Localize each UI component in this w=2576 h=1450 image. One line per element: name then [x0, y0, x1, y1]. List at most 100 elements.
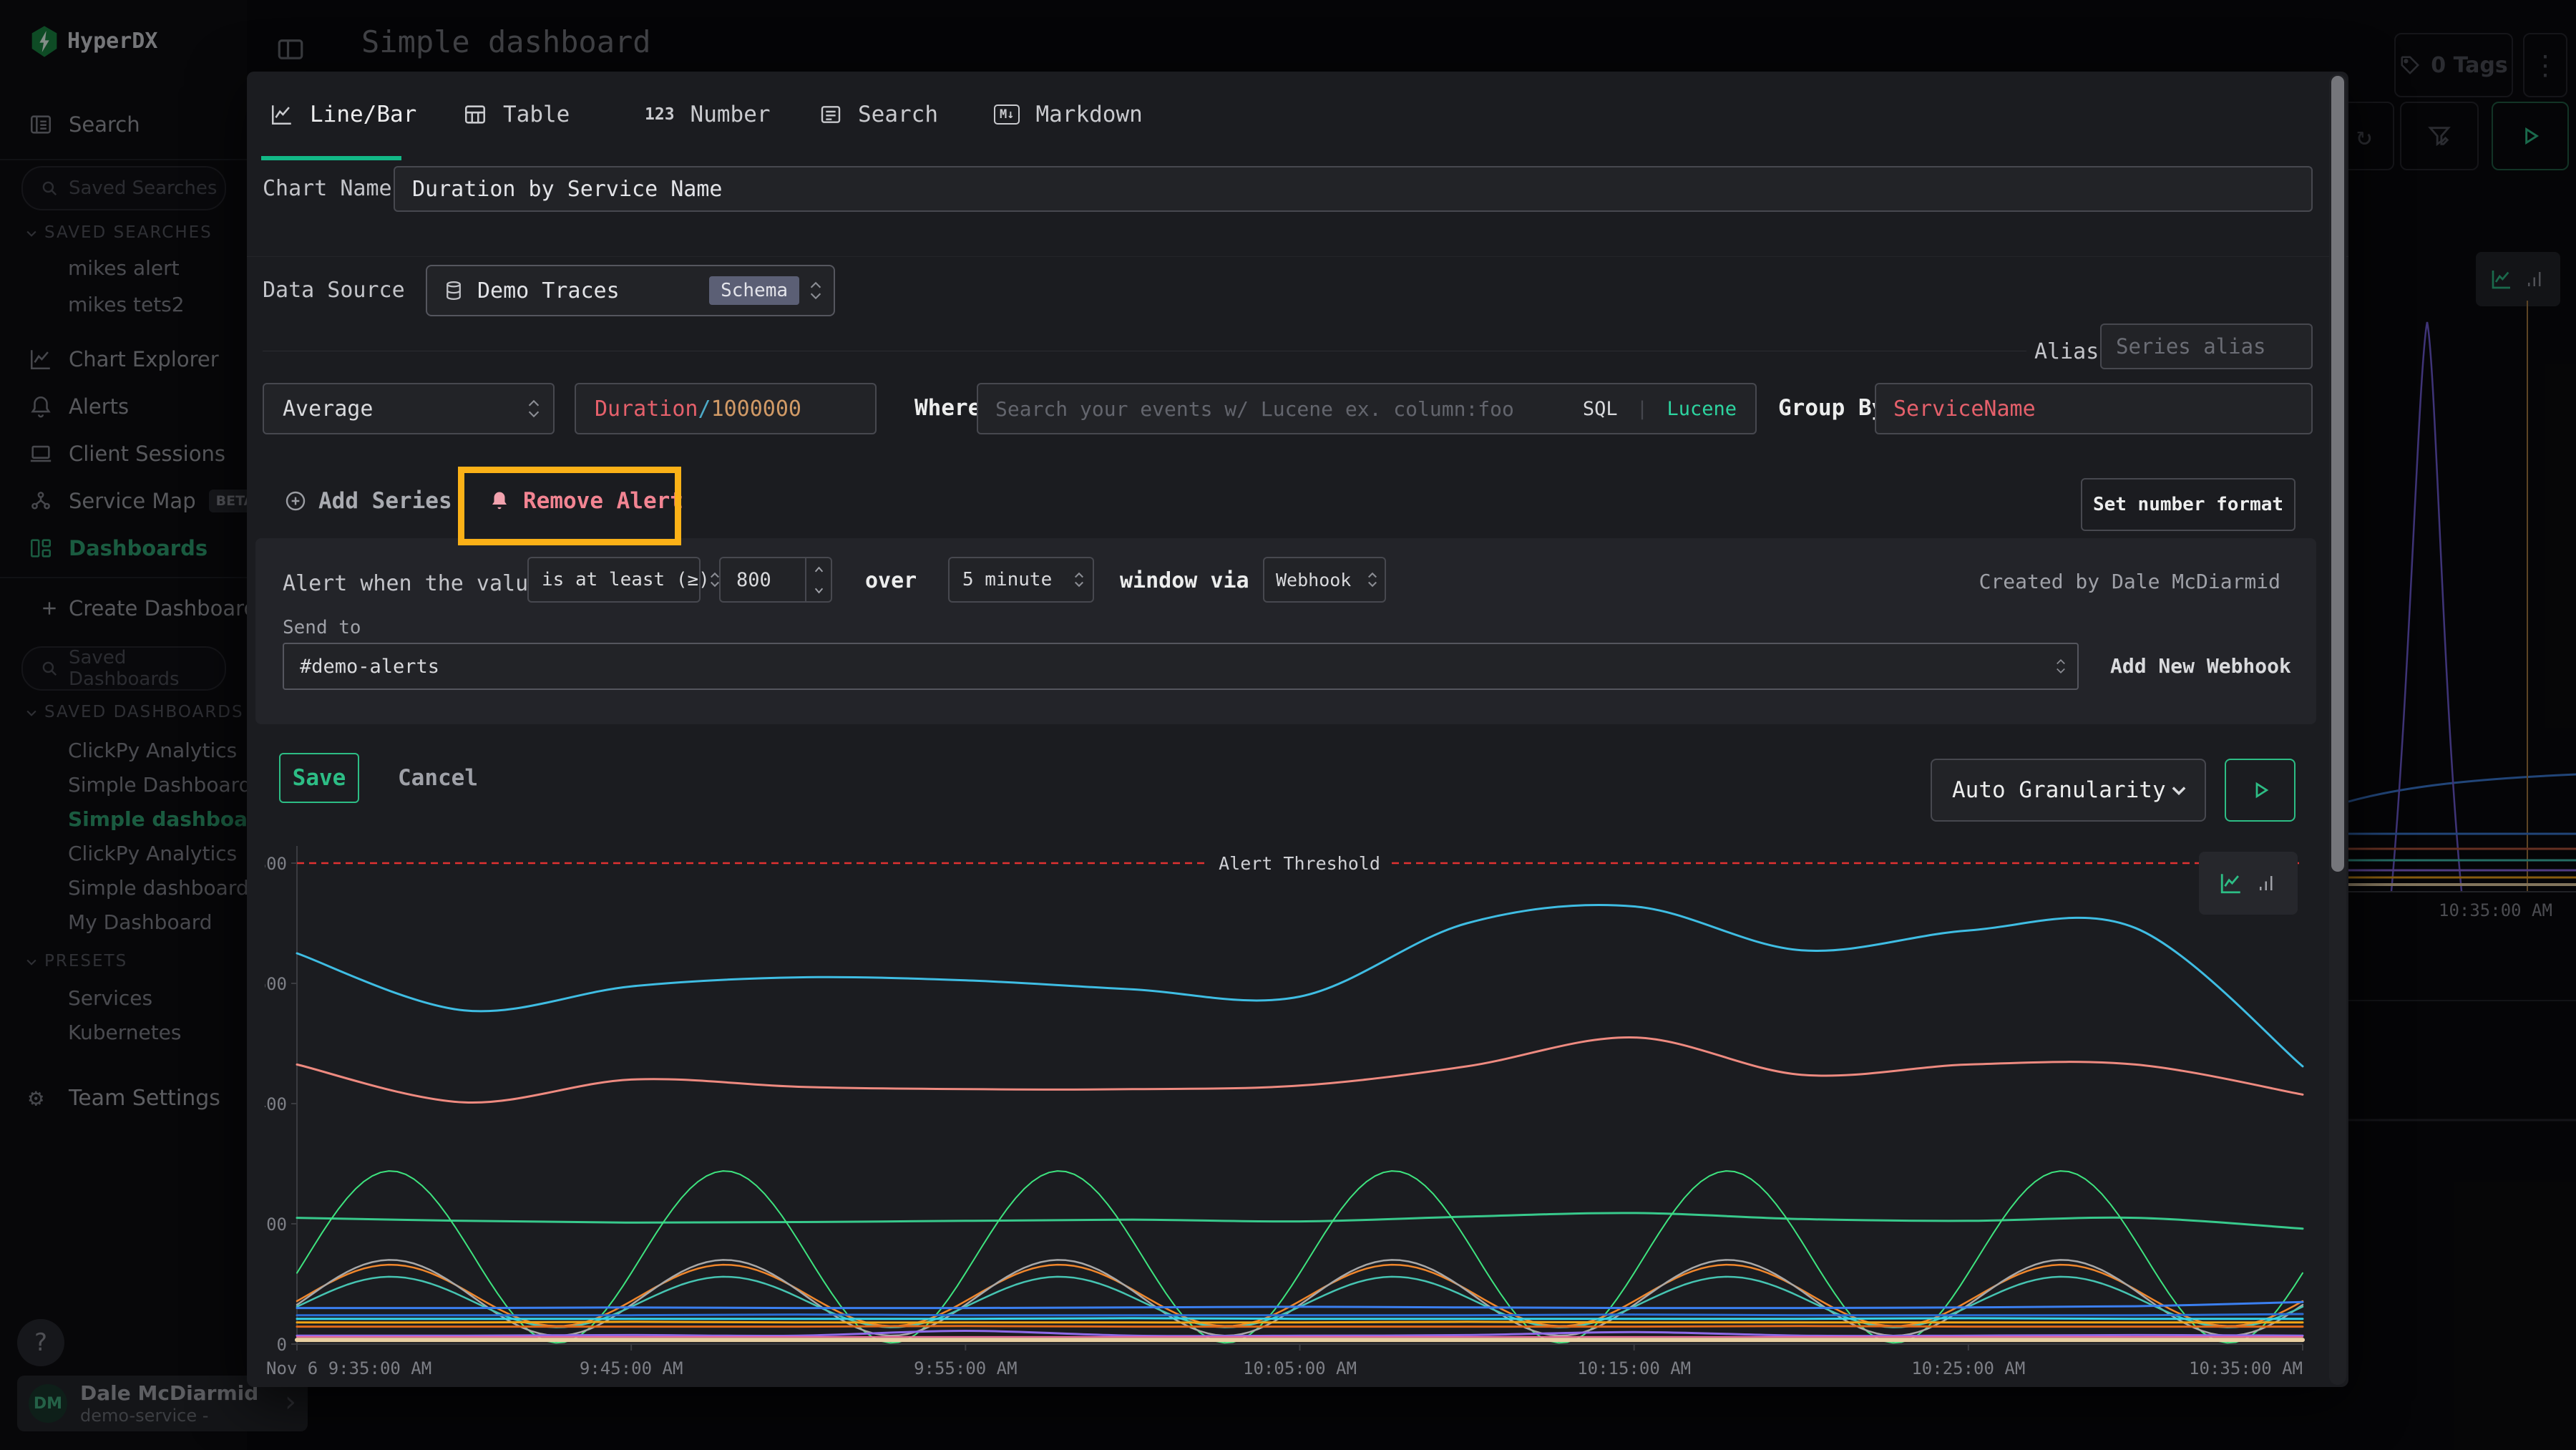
add-new-webhook-link[interactable]: Add New Webhook — [2110, 654, 2291, 678]
aggregation-value: Average — [283, 396, 373, 422]
alert-channel-value: Webhook — [1276, 570, 1351, 590]
sql-toggle[interactable]: SQL — [1583, 398, 1618, 420]
tab-table[interactable]: Table — [463, 72, 570, 157]
aggregation-select[interactable]: Average — [263, 383, 555, 434]
svg-text:400: 400 — [265, 1094, 287, 1114]
chart-name-input[interactable] — [394, 166, 2313, 212]
database-icon — [443, 280, 464, 301]
duration-chart: 0 200 400 600 800 Nov 6 9:35:00 AM 9:45:00 AM 9… — [265, 824, 2322, 1384]
alert-condition-value: is at least (≥) — [542, 569, 710, 590]
modal-scrollbar-thumb[interactable] — [2331, 76, 2344, 872]
save-label: Save — [293, 765, 346, 791]
lucene-toggle[interactable]: Lucene — [1667, 398, 1737, 420]
window-via-label: window via — [1120, 568, 1249, 593]
number-stepper[interactable] — [805, 558, 831, 601]
svg-text:10:25:00 AM: 10:25:00 AM — [1911, 1358, 2025, 1378]
set-number-format-button[interactable]: Set number format — [2081, 478, 2296, 531]
field-column: Duration — [595, 396, 698, 422]
chart-edit-modal: Line/Bar Table 123 Number Search M↓ Mark… — [247, 72, 2348, 1387]
svg-text:Alert Threshold: Alert Threshold — [1219, 853, 1380, 874]
alert-threshold-value: 800 — [736, 569, 771, 591]
alert-settings-panel: Alert when the value is at least (≥) 800… — [255, 538, 2316, 724]
alias-label: Alias — [2034, 339, 2099, 364]
alert-channel-select[interactable]: Webhook — [1263, 557, 1386, 603]
tab-label: Search — [858, 102, 938, 127]
stepper-down-icon — [814, 587, 824, 595]
cancel-button[interactable]: Cancel — [391, 753, 484, 803]
divider — [247, 256, 2348, 257]
svg-text:200: 200 — [265, 1215, 287, 1235]
field-operator: / — [698, 396, 711, 422]
granularity-select[interactable]: Auto Granularity — [1931, 759, 2206, 822]
send-to-select[interactable]: #demo-alerts — [283, 643, 2079, 690]
bar-chart-icon[interactable] — [2256, 872, 2278, 894]
tab-label: Table — [503, 102, 570, 127]
send-to-label: Send to — [283, 617, 361, 638]
svg-text:600: 600 — [265, 974, 287, 994]
data-source-label: Data Source — [263, 278, 405, 303]
alert-prefix-label: Alert when the value — [283, 571, 541, 596]
granularity-value: Auto Granularity — [1952, 777, 2166, 803]
run-chart-button[interactable] — [2225, 759, 2296, 822]
modal-scrollbar-track[interactable] — [2329, 74, 2346, 1385]
data-source-select[interactable]: Demo Traces Schema — [426, 265, 835, 316]
play-icon — [2250, 779, 2271, 801]
tab-label: Line/Bar — [310, 102, 416, 127]
alert-threshold-input[interactable]: 800 — [719, 557, 832, 603]
divider — [247, 160, 2348, 161]
group-by-value: ServiceName — [1893, 396, 2036, 422]
save-button[interactable]: Save — [279, 753, 359, 803]
svg-text:800: 800 — [265, 854, 287, 874]
svg-text:9:55:00 AM: 9:55:00 AM — [914, 1358, 1018, 1378]
where-search-input[interactable]: Search your events w/ Lucene ex. column:… — [977, 383, 1757, 434]
alert-window-value: 5 minute — [962, 569, 1052, 590]
updown-chevrons-icon — [809, 280, 822, 301]
chevron-down-icon — [2169, 780, 2189, 800]
send-to-value: #demo-alerts — [300, 656, 439, 678]
plus-circle-icon — [284, 490, 307, 512]
tab-number[interactable]: 123 Number — [645, 72, 771, 157]
schema-badge[interactable]: Schema — [709, 276, 799, 305]
svg-text:10:05:00 AM: 10:05:00 AM — [1243, 1358, 1357, 1378]
field-number: 1000000 — [711, 396, 801, 422]
add-series-button[interactable]: Add Series — [284, 485, 452, 517]
tab-search[interactable]: Search — [819, 72, 938, 157]
svg-text:10:35:00 AM: 10:35:00 AM — [2189, 1358, 2303, 1378]
tab-label: Number — [691, 102, 771, 127]
created-by-label: Created by Dale McDiarmid — [1979, 570, 2280, 593]
chart-name-label: Chart Name — [263, 176, 392, 201]
updown-chevrons-icon — [2056, 657, 2066, 676]
series-alias-input[interactable] — [2100, 323, 2313, 369]
data-source-value: Demo Traces — [477, 278, 620, 303]
updown-chevrons-icon — [1074, 570, 1084, 589]
number-123-icon: 123 — [645, 105, 675, 124]
set-number-format-label: Set number format — [2093, 494, 2283, 515]
table-icon — [463, 102, 487, 127]
remove-alert-highlight — [458, 467, 681, 545]
updown-chevrons-icon — [527, 398, 540, 419]
stepper-up-icon — [814, 565, 824, 573]
over-label: over — [865, 568, 917, 593]
cancel-label: Cancel — [398, 765, 478, 791]
svg-text:9:45:00 AM: 9:45:00 AM — [580, 1358, 683, 1378]
svg-text:Nov 6 9:35:00 AM: Nov 6 9:35:00 AM — [266, 1358, 431, 1378]
field-expression-input[interactable]: Duration/1000000 — [575, 383, 877, 434]
svg-text:10:15:00 AM: 10:15:00 AM — [1577, 1358, 1691, 1378]
alert-condition-select[interactable]: is at least (≥) — [527, 557, 701, 603]
line-chart-icon — [270, 102, 294, 127]
alert-window-select[interactable]: 5 minute — [948, 557, 1094, 603]
where-label: Where — [914, 395, 981, 421]
group-by-label: Group By — [1778, 395, 1885, 421]
line-chart-icon[interactable] — [2219, 871, 2243, 895]
group-by-input[interactable]: ServiceName — [1875, 383, 2313, 434]
chart-type-toggle[interactable] — [2199, 852, 2298, 915]
add-series-label: Add Series — [318, 488, 452, 514]
tab-markdown[interactable]: M↓ Markdown — [994, 72, 1143, 157]
tab-label: Markdown — [1035, 102, 1142, 127]
svg-text:0: 0 — [277, 1335, 287, 1355]
tab-line-bar[interactable]: Line/Bar — [270, 72, 416, 157]
updown-chevrons-icon — [710, 570, 720, 589]
updown-chevrons-icon — [1367, 570, 1377, 589]
search-doc-icon — [819, 103, 842, 126]
where-placeholder: Search your events w/ Lucene ex. column:… — [995, 397, 1514, 421]
